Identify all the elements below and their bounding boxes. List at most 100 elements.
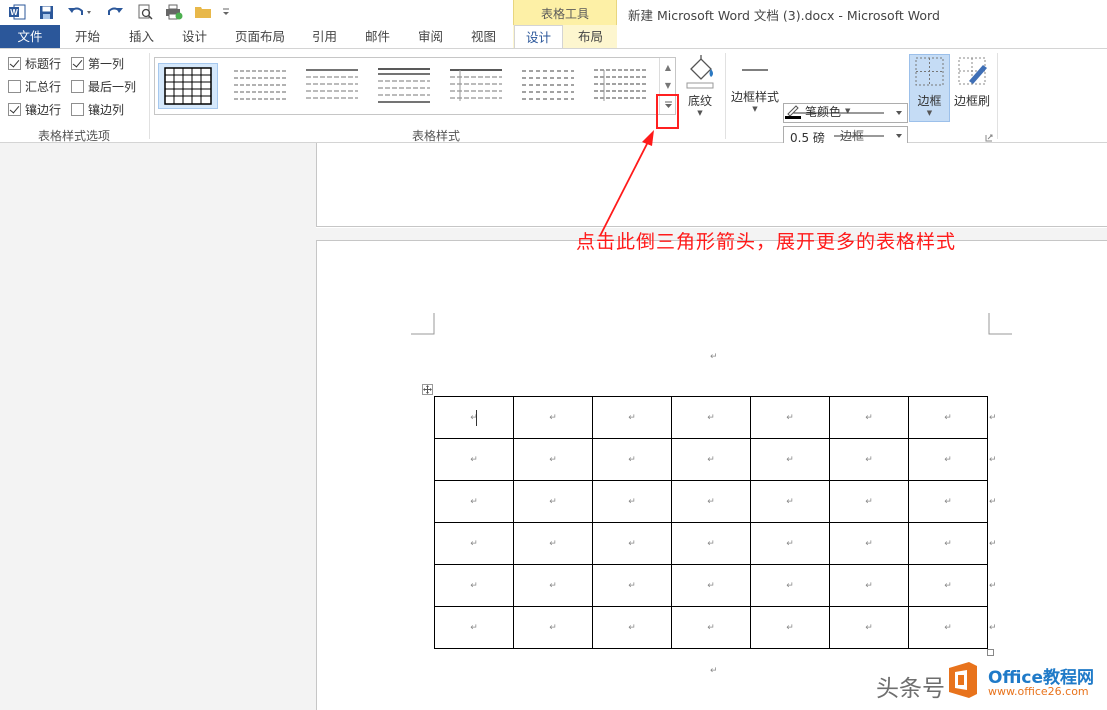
shading-button[interactable]: 底纹 ▼ — [680, 55, 720, 119]
total-row-label: 汇总行 — [25, 79, 62, 94]
borders-dropdown-icon: ▼ — [926, 109, 933, 117]
navigation-background — [0, 143, 316, 710]
table-cell[interactable]: ↵ — [829, 438, 909, 481]
table-cell[interactable]: ↵ — [513, 522, 593, 565]
table-cell[interactable]: ↵ — [829, 606, 909, 649]
table-cell[interactable]: ↵ — [671, 438, 751, 481]
table-cell[interactable]: ↵ — [750, 396, 830, 439]
table-cell[interactable]: ↵ — [908, 480, 988, 523]
borders-button[interactable]: 边框 ▼ — [909, 54, 950, 122]
table-cell[interactable]: ↵ — [592, 438, 672, 481]
table-cell[interactable]: ↵ — [434, 396, 514, 439]
table-style-minimal[interactable] — [518, 63, 578, 109]
table-cell[interactable]: ↵ — [671, 522, 751, 565]
table-cell[interactable]: ↵ — [671, 564, 751, 607]
pen-color-button[interactable]: 笔颜色 ▼ — [785, 102, 850, 120]
undo-icon[interactable] — [66, 3, 94, 21]
table-cell[interactable]: ↵ — [671, 606, 751, 649]
table-cell[interactable]: ↵ — [671, 396, 751, 439]
tab-review[interactable]: 审阅 — [418, 25, 443, 49]
table-cell[interactable]: ↵ — [592, 396, 672, 439]
banded-columns-checkbox[interactable]: 镶边列 — [71, 100, 124, 118]
redo-icon[interactable] — [106, 3, 124, 21]
tab-references[interactable]: 引用 — [312, 25, 337, 49]
table-style-bordered-list[interactable] — [590, 63, 650, 109]
table-move-handle-icon[interactable] — [422, 384, 433, 395]
table-cell[interactable]: ↵ — [829, 480, 909, 523]
tab-table-design[interactable]: 设计 — [514, 25, 563, 50]
tab-insert[interactable]: 插入 — [129, 25, 154, 49]
gallery-scroll-up-icon[interactable]: ▲ — [660, 58, 676, 76]
tab-home[interactable]: 开始 — [75, 25, 100, 49]
row-end-mark: ↵ — [989, 455, 997, 465]
previous-page — [316, 143, 1107, 227]
banded-rows-checkbox[interactable]: 镶边行 — [8, 100, 61, 118]
group-separator — [149, 53, 150, 139]
tab-page-layout[interactable]: 页面布局 — [235, 25, 285, 49]
table-row: ↵ ↵ ↵ ↵ ↵ ↵ ↵ — [434, 606, 988, 649]
shading-label: 底纹 — [687, 94, 712, 108]
table-cell[interactable]: ↵ — [671, 480, 751, 523]
save-icon[interactable] — [37, 3, 55, 21]
table-cell[interactable]: ↵ — [434, 438, 514, 481]
border-painter-button[interactable]: 边框刷 — [952, 55, 992, 115]
table-style-columns[interactable] — [446, 63, 506, 109]
table-cell[interactable]: ↵ — [908, 438, 988, 481]
document-table[interactable]: ↵ ↵ ↵ ↵ ↵ ↵ ↵ ↵ ↵ ↵ ↵ ↵ ↵ ↵ ↵ ↵ ↵ ↵ ↵ ↵ ↵ ↵ ↵ ↵ ↵ ↵ ↵ ↵ ↵ ↵ ↵ ↵ ↵ ↵ ↵ ↵ ↵ ↵ ↵ ↵… — [434, 396, 988, 649]
shading-dropdown-icon: ▼ — [697, 109, 703, 117]
table-cell[interactable]: ↵ — [829, 564, 909, 607]
watermark-text: 头条号 — [876, 676, 945, 702]
tab-view[interactable]: 视图 — [471, 25, 496, 49]
border-styles-button[interactable]: 边框样式 ▼ — [729, 63, 781, 123]
table-cell[interactable]: ↵ — [908, 564, 988, 607]
last-column-checkbox[interactable]: 最后一列 — [71, 77, 136, 95]
table-style-plain-dashed[interactable] — [230, 63, 290, 109]
table-cell[interactable]: ↵ — [829, 396, 909, 439]
table-cell[interactable]: ↵ — [750, 438, 830, 481]
word-logo-icon[interactable]: W — [8, 3, 26, 21]
tab-file[interactable]: 文件 — [0, 25, 60, 49]
table-cell[interactable]: ↵ — [908, 522, 988, 565]
gallery-scroll-down-icon[interactable]: ▼ — [660, 76, 676, 94]
table-cell[interactable]: ↵ — [750, 606, 830, 649]
header-row-check — [8, 56, 21, 70]
table-resize-handle-icon[interactable] — [987, 649, 994, 656]
table-cell[interactable]: ↵ — [750, 564, 830, 607]
table-cell[interactable]: ↵ — [908, 396, 988, 439]
table-cell[interactable]: ↵ — [829, 522, 909, 565]
first-column-checkbox[interactable]: 第一列 — [71, 54, 124, 72]
border-line-icon — [742, 69, 768, 71]
last-column-label: 最后一列 — [88, 79, 137, 94]
table-cell[interactable]: ↵ — [592, 564, 672, 607]
table-cell[interactable]: ↵ — [513, 606, 593, 649]
table-cell[interactable]: ↵ — [434, 480, 514, 523]
quick-print-icon[interactable] — [164, 3, 184, 21]
table-cell[interactable]: ↵ — [434, 522, 514, 565]
table-cell[interactable]: ↵ — [513, 438, 593, 481]
table-style-header-lines[interactable] — [374, 63, 434, 109]
table-cell[interactable]: ↵ — [750, 522, 830, 565]
open-folder-icon[interactable] — [193, 3, 213, 21]
last-column-check — [71, 79, 84, 93]
tab-table-layout[interactable]: 布局 — [578, 25, 603, 49]
table-cell[interactable]: ↵ — [513, 564, 593, 607]
print-preview-icon[interactable] — [136, 3, 154, 21]
table-style-grid[interactable] — [158, 63, 218, 109]
tab-design[interactable]: 设计 — [182, 25, 207, 49]
table-cell[interactable]: ↵ — [592, 480, 672, 523]
tab-mailings[interactable]: 邮件 — [365, 25, 390, 49]
table-cell[interactable]: ↵ — [434, 564, 514, 607]
table-row: ↵ ↵ ↵ ↵ ↵ ↵ ↵ — [434, 396, 988, 439]
table-cell[interactable]: ↵ — [592, 606, 672, 649]
table-style-light-grid[interactable] — [302, 63, 362, 109]
table-cell[interactable]: ↵ — [434, 606, 514, 649]
customize-toolbar-icon[interactable] — [221, 3, 231, 21]
table-cell[interactable]: ↵ — [513, 480, 593, 523]
table-row: ↵ ↵ ↵ ↵ ↵ ↵ ↵ — [434, 480, 988, 523]
total-row-checkbox[interactable]: 汇总行 — [8, 77, 61, 95]
table-cell[interactable]: ↵ — [750, 480, 830, 523]
header-row-checkbox[interactable]: 标题行 — [8, 54, 61, 72]
table-cell[interactable]: ↵ — [513, 396, 593, 439]
table-cell[interactable]: ↵ — [592, 522, 672, 565]
table-cell[interactable]: ↵ — [908, 606, 988, 649]
